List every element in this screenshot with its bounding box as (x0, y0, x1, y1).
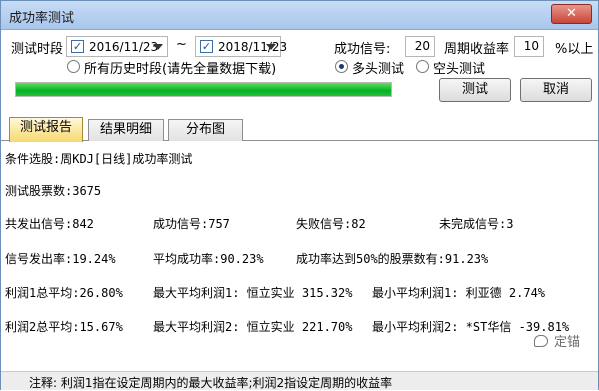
footer-note: 注释: 利润1指在设定周期内的最大收益率;利润2指设定周期的收益率 (29, 376, 393, 390)
tab-distribution[interactable]: 分布图 (168, 119, 243, 141)
long-test-label: 多头测试 (352, 62, 405, 77)
end-date-checkbox[interactable]: ✓ (200, 40, 213, 53)
success-signal-label: 成功信号: (334, 42, 391, 57)
report-profit2-max: 最大平均利润2: 恒立实业 221.70% (153, 320, 353, 334)
report-signals-fail: 失败信号:82 (296, 217, 366, 231)
footer-note-bar: 注释: 利润1指在设定周期内的最大收益率;利润2指设定周期的收益率 (1, 371, 598, 390)
close-button[interactable]: ✕ (551, 4, 592, 24)
progress-fill (16, 83, 391, 96)
period-label: 测试时段 (11, 42, 64, 57)
report-stock-count: 测试股票数:3675 (5, 184, 102, 198)
all-history-radio[interactable] (67, 60, 80, 73)
tab-strip: 测试报告 结果明细 分布图 (1, 114, 598, 142)
test-button[interactable]: 测试 (439, 78, 511, 102)
report-profit1-min: 最小平均利润1: 利亚德 2.74% (372, 286, 546, 300)
test-report-panel: 条件选股:周KDJ[日线]成功率测试 测试股票数:3675 共发出信号:842 … (5, 142, 594, 371)
watermark-text: 定锚 (553, 335, 580, 350)
chat-bubble-icon (533, 335, 548, 347)
tab-result-details[interactable]: 结果明细 (88, 119, 164, 141)
report-over50-rate: 成功率达到50%的股票数有:91.23% (296, 252, 489, 266)
chevron-down-icon (153, 44, 163, 50)
period-return-suffix: %以上 (555, 42, 594, 57)
cancel-button[interactable]: 取消 (520, 78, 592, 102)
start-date-checkbox[interactable]: ✓ (71, 40, 84, 53)
report-profit1-max: 最大平均利润1: 恒立实业 315.32% (153, 286, 353, 300)
report-avg-success-rate: 平均成功率:90.23% (153, 252, 264, 266)
success-signal-input[interactable]: 20 (405, 36, 435, 57)
all-history-label: 所有历史时段(请先全量数据下载) (84, 62, 277, 77)
short-test-label: 空头测试 (433, 62, 486, 77)
period-return-label: 周期收益率 (444, 42, 510, 57)
report-signals-success: 成功信号:757 (153, 217, 230, 231)
end-date-picker[interactable]: ✓ 2018/11/23 (195, 36, 287, 57)
report-condition: 条件选股:周KDJ[日线]成功率测试 (5, 152, 193, 166)
report-profit2-total: 利润2总平均:15.67% (5, 320, 123, 334)
controls-panel: 测试时段 ✓ 2016/11/23 ~ ✓ 2018/11/23 成功信号: 2… (1, 30, 598, 114)
window-title: 成功率测试 (9, 11, 75, 26)
end-date-value: 2018/11/23 (218, 40, 288, 54)
chevron-down-icon (266, 44, 276, 50)
report-signals-pending: 未完成信号:3 (439, 217, 514, 231)
short-test-radio[interactable] (416, 60, 429, 73)
title-bar: 成功率测试 ✕ (1, 1, 598, 30)
period-return-input[interactable]: 10 (514, 36, 544, 57)
report-signal-rate: 信号发出率:19.24% (5, 252, 116, 266)
success-rate-window: 成功率测试 ✕ 测试时段 ✓ 2016/11/23 ~ ✓ 2018/11/23… (0, 0, 599, 390)
start-date-picker[interactable]: ✓ 2016/11/23 (66, 36, 168, 57)
start-date-value: 2016/11/23 (89, 40, 159, 54)
test-progress-bar (15, 82, 392, 97)
date-range-separator: ~ (176, 37, 187, 52)
tab-test-report[interactable]: 测试报告 (9, 117, 83, 142)
watermark: 定锚 (533, 331, 580, 350)
report-signals-total: 共发出信号:842 (5, 217, 94, 231)
report-profit1-total: 利润1总平均:26.80% (5, 286, 123, 300)
long-test-radio[interactable] (335, 60, 348, 73)
